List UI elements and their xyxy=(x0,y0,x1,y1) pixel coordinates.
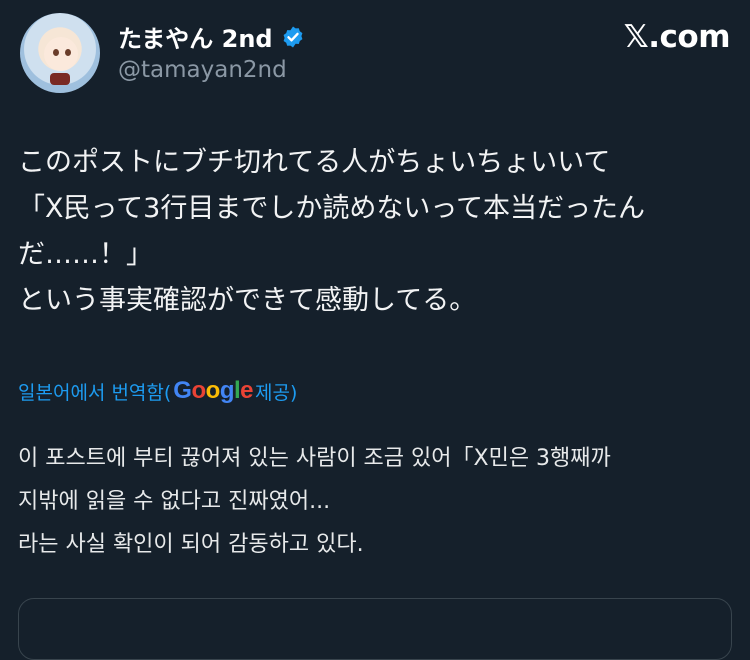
verified-badge-icon xyxy=(283,26,303,47)
avatar-bow xyxy=(50,73,70,85)
display-name[interactable]: たまやん 2nd xyxy=(118,19,273,54)
translation-suffix: 제공) xyxy=(255,381,298,404)
name-row: たまやん 2nd xyxy=(118,19,305,54)
site-label: 𝕏.com xyxy=(623,19,731,55)
avatar-eye-right xyxy=(65,49,71,56)
google-logo: Google xyxy=(173,377,254,404)
avatar-eye-left xyxy=(53,49,59,56)
translation-prefix: 일본어에서 번역함( xyxy=(18,381,172,404)
avatar-face xyxy=(44,37,78,71)
avatar[interactable] xyxy=(20,13,100,93)
tweet-header: たまやん 2nd @tamayan2nd 𝕏.com xyxy=(20,13,731,93)
translation-attribution[interactable]: 일본어에서 번역함( Google 제공) xyxy=(18,377,297,405)
post-translated-text: 이 포스트에 부티 끊어져 있는 사람이 조금 있어「X민은 3행째까 지밖에 … xyxy=(18,446,611,557)
quoted-card[interactable] xyxy=(18,598,732,660)
user-handle[interactable]: @tamayan2nd xyxy=(118,57,287,83)
post-original-text: このポストにブチ切れてる人がちょいちょいいて 「X民って3行目までしか読めないっ… xyxy=(18,147,645,316)
